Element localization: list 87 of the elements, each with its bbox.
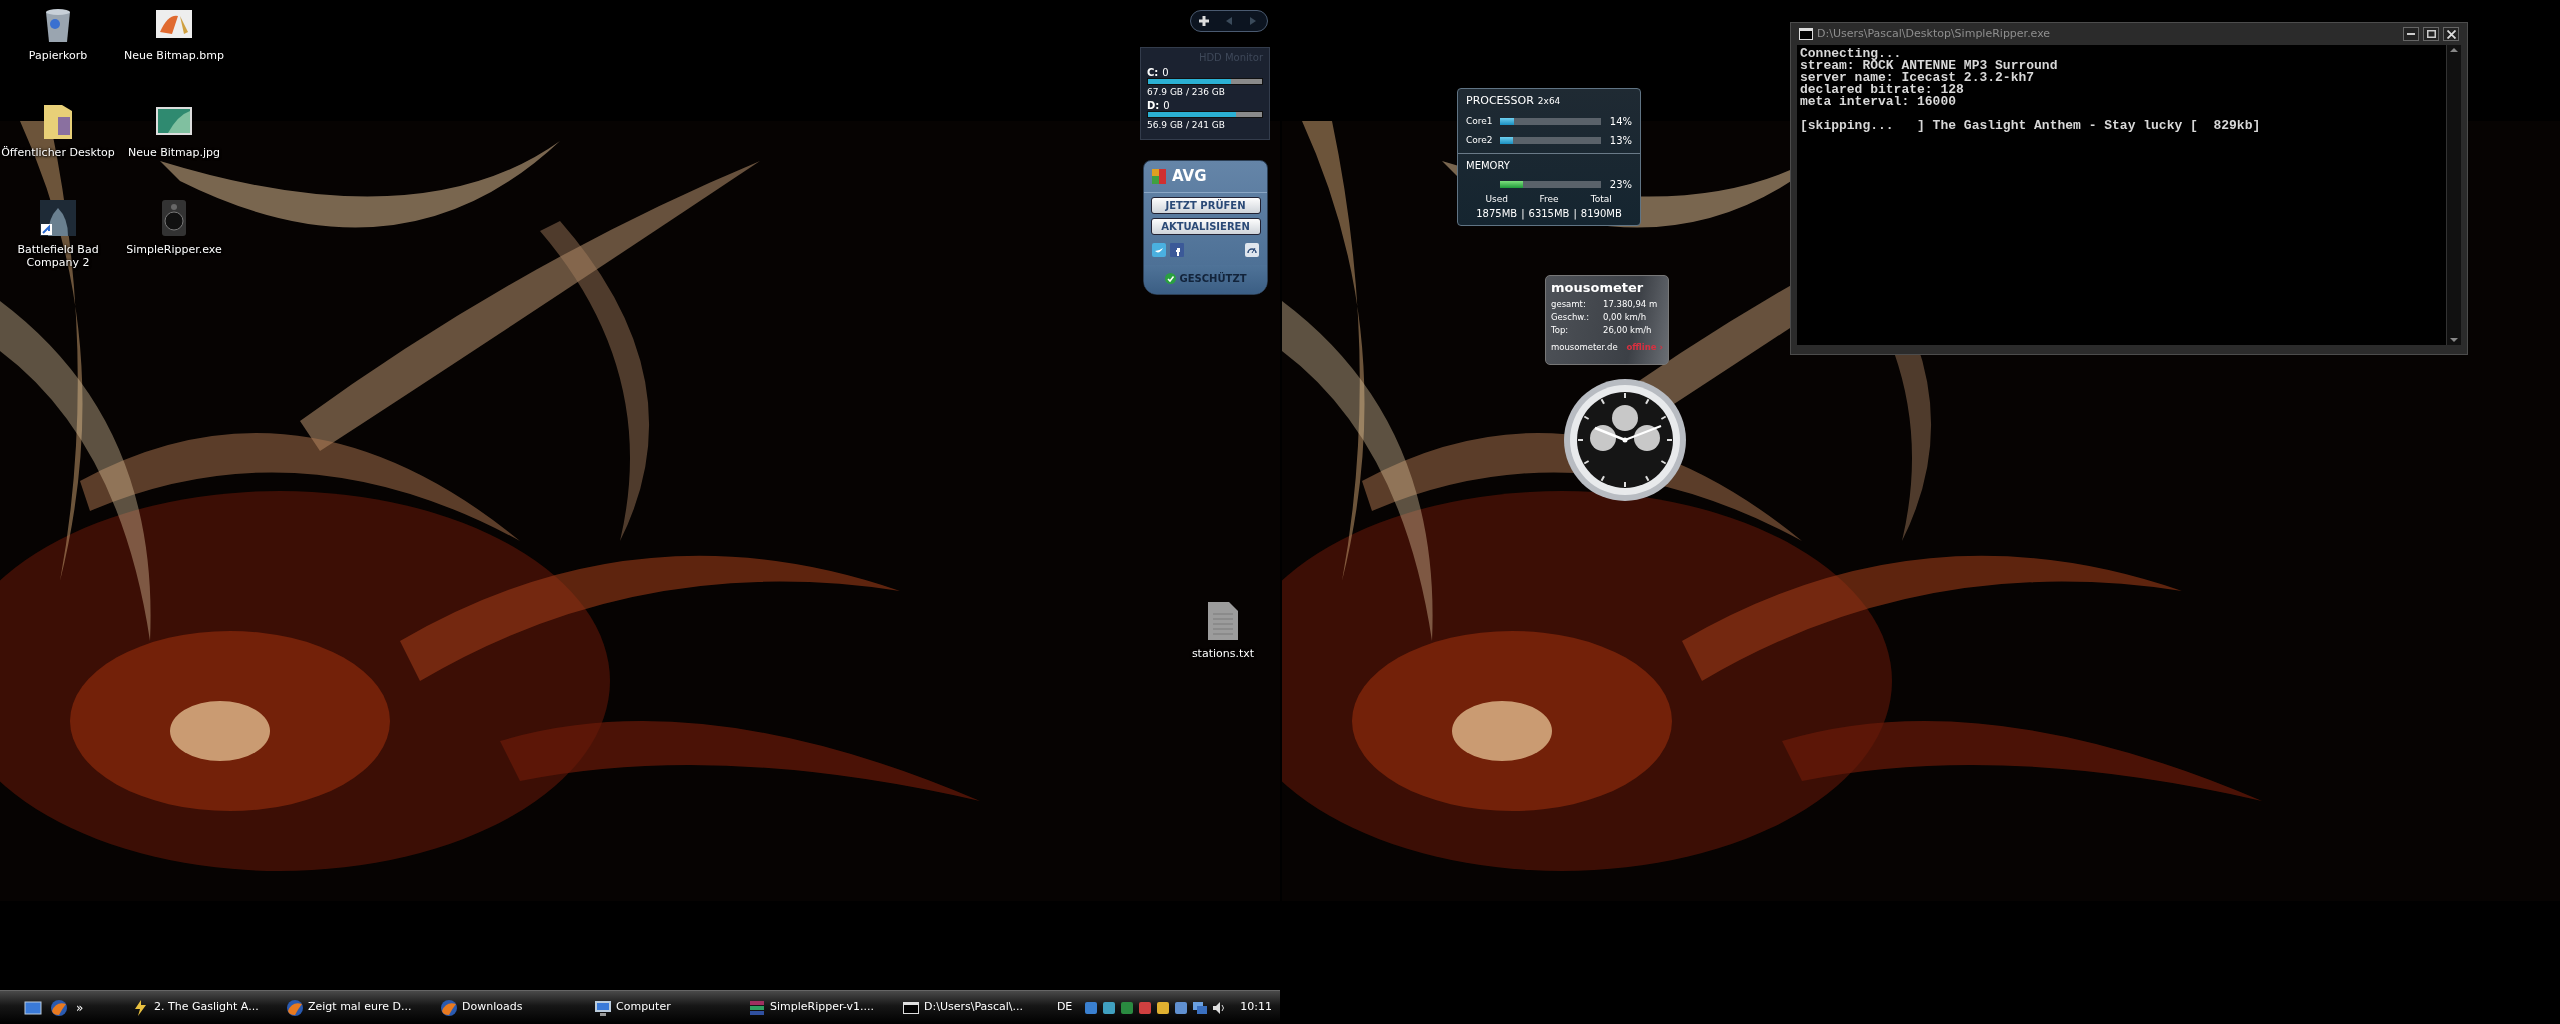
scroll-up-icon[interactable] bbox=[2449, 45, 2459, 55]
stat-value: 0,00 km/h bbox=[1603, 310, 1647, 324]
stat-label: Top: bbox=[1551, 323, 1570, 337]
console-line: server name: Icecast 2.3.2-kh7 bbox=[1800, 72, 2036, 84]
desktop-icon[interactable]: SimpleRipper.exe bbox=[116, 194, 232, 291]
stat-label: gesamt: bbox=[1551, 297, 1587, 311]
maximize-button[interactable] bbox=[2423, 27, 2439, 41]
stat-value: 6315MB bbox=[1528, 207, 1570, 221]
tray-icon[interactable] bbox=[1156, 1000, 1171, 1015]
maximize-icon bbox=[2426, 30, 2436, 38]
computer-icon bbox=[594, 998, 612, 1017]
social-icon[interactable] bbox=[1170, 242, 1184, 257]
drive-label: C: bbox=[1147, 67, 1159, 78]
logo-icon bbox=[1152, 167, 1168, 186]
window-title: D:\Users\Pascal\Desktop\SimpleRipper.exe bbox=[1817, 25, 2052, 42]
gadget-title: mousometer bbox=[1551, 279, 1645, 297]
browser-icon[interactable] bbox=[50, 998, 68, 1017]
drive-label: D: bbox=[1147, 100, 1160, 111]
console-line: Connecting... bbox=[1800, 48, 1902, 60]
close-button[interactable] bbox=[2443, 27, 2459, 41]
taskbar-button[interactable]: Downloads bbox=[436, 993, 590, 1022]
console-line: meta interval: 16000 bbox=[1800, 96, 1958, 108]
language-indicator[interactable]: DE bbox=[1056, 999, 1073, 1016]
percent-reading: 23% bbox=[1609, 179, 1632, 190]
console-line: declared bitrate: 128 bbox=[1800, 84, 1965, 96]
tray-icon[interactable] bbox=[1138, 1000, 1153, 1015]
stat-label: Used bbox=[1485, 192, 1508, 206]
app-title: AVG bbox=[1172, 166, 1207, 187]
console-icon bbox=[1799, 28, 1813, 40]
website-link[interactable]: mousometer.de bbox=[1551, 340, 1618, 354]
drive-value: 0 bbox=[1162, 67, 1169, 78]
bird-icon[interactable] bbox=[1152, 242, 1166, 257]
taskbar-button[interactable]: Zeigt mal eure D... bbox=[282, 993, 436, 1022]
drive-usage: 56.9 GB / 241 GB bbox=[1147, 120, 1226, 131]
desktop-icon[interactable]: Öffentlicher Desktop bbox=[0, 97, 116, 194]
console-line: stream: ROCK ANTENNE MP3 Surround bbox=[1800, 60, 2059, 72]
taskbar-button[interactable]: SimpleRipper-v1.... bbox=[744, 993, 898, 1022]
minimize-button[interactable] bbox=[2403, 27, 2419, 41]
gadget-title: PROCESSOR bbox=[1466, 94, 1534, 107]
drive-usage: 67.9 GB / 236 GB bbox=[1147, 87, 1226, 98]
gauge-icon[interactable] bbox=[1245, 242, 1259, 257]
action-button[interactable]: JETZT PRÜFEN bbox=[1150, 196, 1261, 214]
show-desktop-icon[interactable] bbox=[24, 999, 42, 1016]
percent-reading: 13% bbox=[1609, 135, 1632, 146]
action-button[interactable]: AKTUALISIEREN bbox=[1150, 217, 1261, 235]
stat-value: 8190MB bbox=[1580, 207, 1622, 221]
taskbar-button[interactable]: 2. The Gaslight A... bbox=[128, 993, 282, 1022]
tray-icon[interactable] bbox=[1084, 1000, 1099, 1015]
stat-label: Geschw.: bbox=[1551, 310, 1591, 324]
drive-value: 0 bbox=[1163, 100, 1170, 111]
desktop-icon[interactable]: Neue Bitmap.bmp bbox=[116, 0, 232, 97]
browser-icon bbox=[440, 998, 458, 1017]
stat-value: 1875MB bbox=[1476, 207, 1518, 221]
clock-time[interactable]: 10:11 bbox=[1240, 999, 1272, 1016]
taskbar-button[interactable]: Computer bbox=[590, 993, 744, 1022]
helmet-figure-icon bbox=[38, 198, 78, 238]
scroll-down-icon[interactable] bbox=[2449, 335, 2459, 345]
gadget-subtitle: 2x64 bbox=[1537, 96, 1561, 106]
taskbar-button[interactable]: D:\Users\Pascal\... bbox=[898, 993, 1052, 1022]
close-icon bbox=[2446, 29, 2456, 39]
stat-value: 26,00 km/h bbox=[1603, 323, 1652, 337]
check-icon bbox=[1164, 272, 1176, 284]
percent-reading: 14% bbox=[1609, 115, 1632, 127]
text-file-icon bbox=[1205, 600, 1241, 642]
more-button[interactable]: » bbox=[76, 998, 84, 1017]
desktop-icon[interactable]: stations.txt bbox=[1168, 596, 1278, 660]
desktop-icon[interactable]: Neue Bitmap.jpg bbox=[116, 97, 232, 194]
desktop-icon[interactable]: Battlefield Bad Company 2 bbox=[0, 194, 116, 291]
stat-label: Total bbox=[1590, 192, 1612, 206]
console-line: [skipping... ] The Gaslight Anthem - Stay lucky [ 829kb] bbox=[1800, 120, 2262, 132]
separator-text: | bbox=[1521, 207, 1525, 221]
books-icon bbox=[748, 998, 766, 1017]
meter-label: Core1 bbox=[1466, 115, 1493, 126]
network-icon[interactable] bbox=[1192, 1000, 1209, 1015]
stat-label: Free bbox=[1539, 192, 1559, 206]
tray-icon[interactable] bbox=[1102, 1000, 1117, 1015]
meter-label: Core2 bbox=[1466, 135, 1493, 145]
status-label: GESCHÜTZT bbox=[1179, 271, 1247, 286]
scrollbar[interactable] bbox=[2446, 45, 2461, 345]
stat-value: 17.380,94 m bbox=[1603, 297, 1658, 311]
minimize-icon bbox=[2407, 33, 2415, 35]
section-title: MEMORY bbox=[1466, 159, 1510, 171]
separator-text: | bbox=[1573, 207, 1577, 221]
tray-icon[interactable] bbox=[1174, 1000, 1189, 1015]
desktop-icon[interactable]: Papierkorb bbox=[0, 0, 116, 97]
browser-icon bbox=[286, 998, 304, 1017]
tray-icon[interactable] bbox=[1120, 1000, 1135, 1015]
